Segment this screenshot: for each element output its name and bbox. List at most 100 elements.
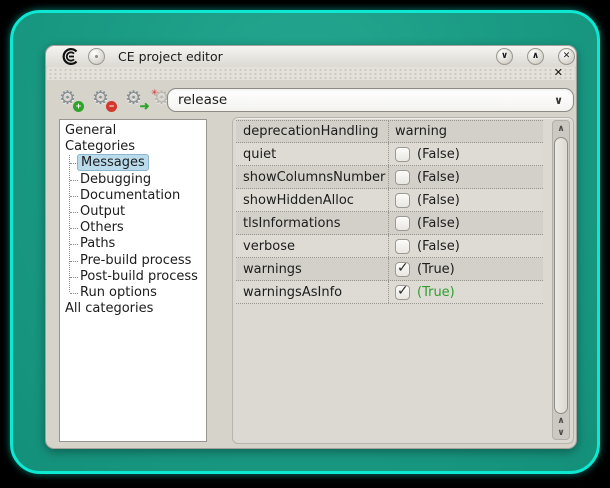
tree-item-label: Run options — [80, 285, 157, 300]
option-key: tlsInformations — [236, 216, 388, 231]
tree-item-label: Documentation — [80, 188, 180, 203]
option-value-cell: (False) — [388, 166, 543, 188]
checkbox-unchecked[interactable] — [395, 147, 410, 162]
check-icon: ✓ — [397, 260, 409, 276]
tree-item-pre-build-process[interactable]: Pre-build process — [60, 253, 206, 269]
tree-item-output[interactable]: Output — [60, 204, 206, 220]
options-table: deprecationHandlingwarningquiet(False)sh… — [232, 117, 574, 444]
titlebar[interactable]: CE project editor ∨ ∧ ✕ — [46, 46, 576, 68]
chevron-down-icon: ∨ — [557, 428, 564, 438]
option-row-deprecationHandling[interactable]: deprecationHandling warning — [236, 120, 543, 143]
option-key: quiet — [236, 147, 388, 162]
option-value-label: (True) — [417, 285, 455, 300]
remove-configuration-button[interactable]: ⚙− — [92, 88, 116, 112]
copy-configuration-button[interactable]: ⚙➜ — [125, 88, 149, 112]
option-key: verbose — [236, 239, 388, 254]
tree-item-label: Categories — [65, 139, 135, 154]
tree-item-messages[interactable]: Messages — [60, 155, 206, 171]
option-value-label: (False) — [417, 239, 460, 254]
tree-item-label: Post-build process — [80, 269, 198, 284]
chevron-down-icon[interactable]: ∨ — [554, 94, 563, 107]
configuration-combobox[interactable]: release ∨ — [167, 88, 574, 112]
desktop-background: CE project editor ∨ ∧ ✕ ✕ ⚙+⚙−⚙➜⚙✳✳ rele… — [0, 0, 610, 488]
chevron-up-icon: ∧ — [557, 416, 564, 426]
add-configuration-button[interactable]: ⚙+ — [59, 88, 83, 112]
window-title: CE project editor — [118, 49, 223, 64]
tree-item-label: General — [65, 123, 116, 138]
checkbox-unchecked[interactable] — [395, 170, 410, 185]
option-value-label: (True) — [417, 262, 455, 277]
ce-project-editor-window: CE project editor ∨ ∧ ✕ ✕ ⚙+⚙−⚙➜⚙✳✳ rele… — [45, 45, 577, 449]
decorative-frame: CE project editor ∨ ∧ ✕ ✕ ⚙+⚙−⚙➜⚙✳✳ rele… — [10, 10, 600, 474]
tree-item-label: Paths — [80, 236, 115, 251]
tree-item-label: Messages — [77, 154, 149, 171]
combobox-value: release — [178, 92, 227, 108]
option-row-quiet[interactable]: quiet (False) — [236, 143, 543, 166]
option-row-warnings[interactable]: warnings ✓ (True) — [236, 258, 543, 281]
tree-item-run-options[interactable]: Run options — [60, 285, 206, 301]
dock-close-icon[interactable]: ✕ — [554, 66, 563, 79]
gear-arrow-icon-badge: ➜ — [139, 101, 150, 112]
unshade-button[interactable]: ∧ — [527, 48, 544, 65]
chevron-up-icon: ∧ — [557, 124, 564, 134]
tree-item-post-build-process[interactable]: Post-build process — [60, 269, 206, 285]
option-value-label: (False) — [417, 216, 460, 231]
option-row-showHiddenAlloc[interactable]: showHiddenAlloc (False) — [236, 189, 543, 212]
option-value-cell: warning — [388, 121, 543, 142]
tree-item-label: Output — [80, 204, 125, 219]
option-key: deprecationHandling — [236, 124, 388, 139]
checkbox-unchecked[interactable] — [395, 239, 410, 254]
vertical-scrollbar[interactable]: ∧ ∧ ∨ — [552, 120, 570, 440]
option-key: warningsAsInfo — [236, 285, 388, 300]
close-button[interactable]: ✕ — [558, 48, 575, 65]
shade-button[interactable]: ∨ — [496, 48, 513, 65]
tree-item-label: All categories — [65, 301, 153, 316]
option-key: showColumnsNumber — [236, 170, 388, 185]
option-value-label: (False) — [417, 193, 460, 208]
chevron-up-icon: ∧ — [532, 52, 539, 61]
option-key: warnings — [236, 262, 388, 277]
option-value-cell: (False) — [388, 143, 543, 165]
option-row-verbose[interactable]: verbose (False) — [236, 235, 543, 258]
option-value-label: (False) — [417, 147, 460, 162]
option-row-showColumnsNumber[interactable]: showColumnsNumber(False) — [236, 166, 543, 189]
scroll-up-button[interactable]: ∧ — [553, 121, 569, 136]
checkbox-checked[interactable]: ✓ — [395, 262, 410, 277]
tree-item-all-categories[interactable]: All categories — [60, 301, 206, 317]
check-icon: ✓ — [397, 283, 409, 299]
checkbox-unchecked[interactable] — [395, 216, 410, 231]
dock-handle[interactable]: ✕ — [47, 67, 575, 80]
scroll-up-button-bottom[interactable]: ∧ — [553, 415, 569, 427]
tree-item-categories[interactable]: Categories — [60, 139, 206, 155]
red-spark-icon: ✳ — [151, 88, 158, 97]
option-key: showHiddenAlloc — [236, 193, 388, 208]
close-icon: ✕ — [563, 52, 571, 61]
tree-item-debugging[interactable]: Debugging — [60, 172, 206, 188]
tree-item-others[interactable]: Others — [60, 220, 206, 236]
option-row-tlsInformations[interactable]: tlsInformations (False) — [236, 212, 543, 235]
tree-item-documentation[interactable]: Documentation — [60, 188, 206, 204]
scrollbar-thumb[interactable] — [554, 137, 568, 414]
tree-item-paths[interactable]: Paths — [60, 236, 206, 252]
gear-minus-icon-badge: − — [106, 101, 117, 112]
tree-item-label: Debugging — [80, 172, 151, 187]
options-rows: deprecationHandlingwarningquiet(False)sh… — [236, 120, 543, 304]
window-menu-button[interactable] — [88, 48, 105, 65]
option-value-label: warning — [395, 124, 447, 139]
category-tree: GeneralCategoriesMessagesDebuggingDocume… — [59, 119, 207, 442]
menu-dot-icon — [95, 55, 98, 58]
checkbox-unchecked[interactable] — [395, 193, 410, 208]
tree-item-label: Others — [80, 220, 124, 235]
chevron-down-icon: ∨ — [501, 52, 508, 61]
scroll-down-button[interactable]: ∨ — [553, 427, 569, 439]
gear-plus-icon-badge: + — [73, 101, 84, 112]
checkbox-checked[interactable]: ✓ — [395, 285, 410, 300]
option-row-warningsAsInfo[interactable]: warningsAsInfo ✓ (True) — [236, 281, 543, 304]
option-value-cell: (False) — [388, 212, 543, 234]
option-value-cell: (False) — [388, 235, 543, 257]
scrollbar-track[interactable] — [553, 136, 569, 415]
option-value-cell: ✓ (True) — [388, 258, 543, 280]
tree-item-general[interactable]: General — [60, 123, 206, 139]
tree-item-label: Pre-build process — [80, 253, 191, 268]
app-logo-icon — [61, 47, 80, 66]
